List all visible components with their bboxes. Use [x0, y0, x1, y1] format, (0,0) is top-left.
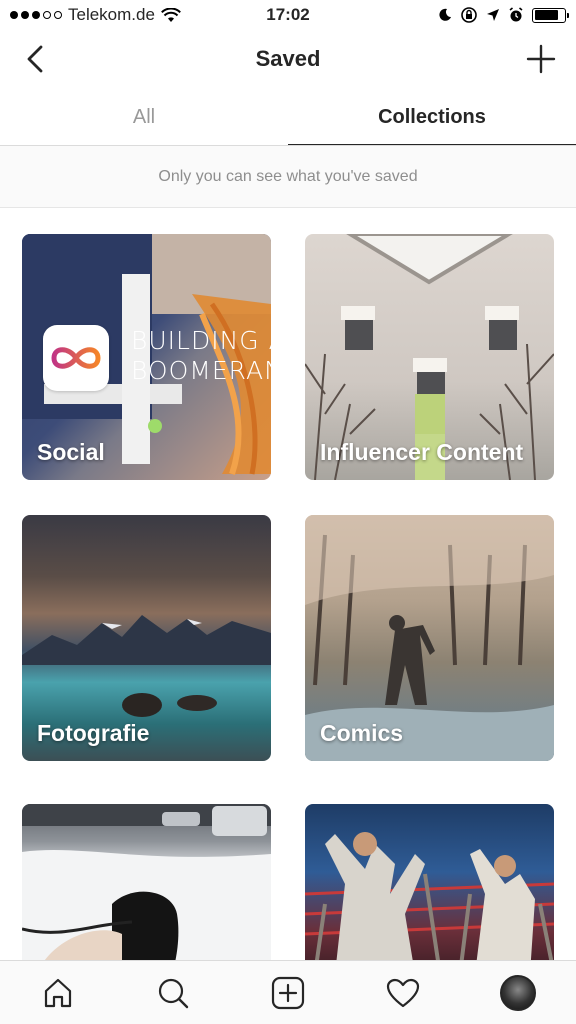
- status-bar: Telekom.de 17:02: [0, 0, 576, 30]
- tab-activity[interactable]: [375, 965, 431, 1021]
- tab-profile[interactable]: [490, 965, 546, 1021]
- nav-bar: Saved: [0, 30, 576, 88]
- wifi-icon: [161, 7, 181, 22]
- chevron-left-icon: [27, 45, 43, 73]
- saved-tabs: All Collections: [0, 88, 576, 146]
- boomerang-line-2: BOOMERANG: [131, 356, 271, 385]
- page-title: Saved: [255, 46, 321, 71]
- tab-new-post[interactable]: [260, 965, 316, 1021]
- tab-search[interactable]: [145, 965, 201, 1021]
- collection-label: Fotografie: [37, 720, 150, 746]
- collection-label: Influencer Content: [320, 439, 524, 465]
- collection-tile-wrestling[interactable]: [305, 804, 554, 960]
- status-time: 17:02: [266, 5, 310, 24]
- privacy-notice: Only you can see what you've saved: [0, 146, 576, 208]
- back-button[interactable]: [18, 42, 52, 76]
- collections-grid: BUILDING A BOOMERANG Social Influencer C…: [0, 208, 576, 960]
- boomerang-app-icon: [43, 325, 109, 391]
- tab-collections[interactable]: Collections: [288, 88, 576, 146]
- collection-tile-comics[interactable]: Comics: [305, 515, 554, 761]
- boomerang-overlay-text: BUILDING A BOOMERANG: [131, 326, 271, 386]
- add-post-icon: [271, 976, 305, 1009]
- collection-label: Comics: [320, 720, 404, 746]
- signal-strength-icon: [10, 11, 62, 19]
- status-left: Telekom.de: [10, 5, 181, 25]
- collection-label: Social: [37, 439, 105, 465]
- do-not-disturb-moon-icon: [439, 8, 451, 21]
- plus-icon: [526, 44, 556, 74]
- profile-avatar: [500, 974, 537, 1011]
- bottom-tab-bar: [0, 960, 576, 1024]
- infinity-icon: [51, 347, 101, 369]
- search-icon: [158, 978, 188, 1008]
- snow-tile-photo: [22, 804, 271, 960]
- activity-heart-icon: [387, 978, 420, 1007]
- alarm-clock-icon: [509, 7, 523, 22]
- collection-tile-social[interactable]: BUILDING A BOOMERANG Social: [22, 234, 271, 480]
- location-arrow-icon: [487, 9, 499, 21]
- wrestling-tile-photo: [305, 832, 554, 960]
- tab-home[interactable]: [30, 965, 86, 1021]
- carrier-name: Telekom.de: [68, 5, 155, 24]
- battery-icon: [532, 7, 569, 23]
- collection-tile-snow-dog[interactable]: [22, 804, 271, 960]
- boomerang-line-1: BUILDING A: [131, 326, 271, 355]
- tab-all[interactable]: All: [0, 88, 288, 146]
- home-icon: [44, 978, 71, 1007]
- rotation-lock-icon: [461, 7, 477, 23]
- collection-tile-influencer-content[interactable]: Influencer Content: [305, 234, 554, 480]
- status-right: [438, 6, 569, 24]
- collection-tile-fotografie[interactable]: Fotografie: [22, 515, 271, 761]
- new-collection-button[interactable]: [524, 42, 558, 76]
